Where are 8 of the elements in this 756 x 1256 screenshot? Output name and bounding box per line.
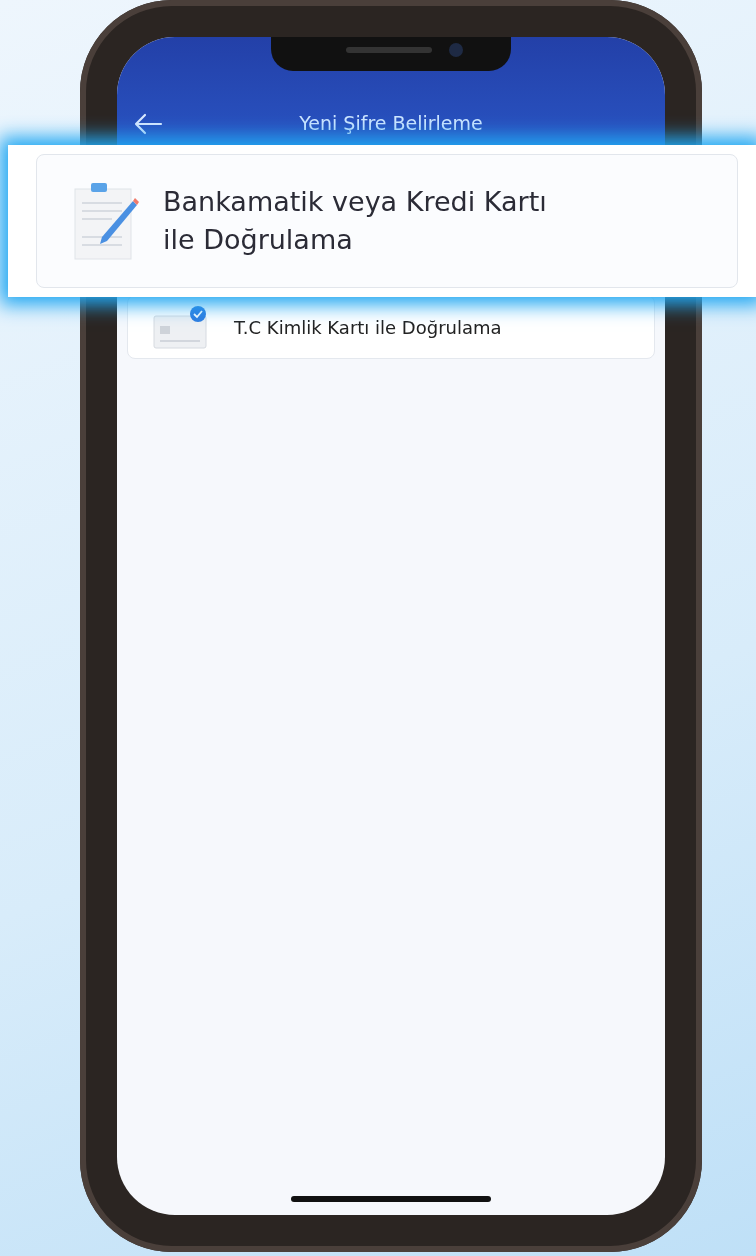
option-card[interactable]: Bankamatik veya Kredi Kartı ile Doğrulama bbox=[36, 154, 738, 288]
clipboard-pencil-icon bbox=[73, 181, 139, 261]
screen-title: Yeni Şifre Belirleme bbox=[298, 111, 484, 136]
id-card-icon bbox=[152, 304, 210, 350]
option-label: Bankamatik veya Kredi Kartı ile Doğrulama bbox=[163, 185, 548, 257]
back-icon[interactable] bbox=[133, 113, 163, 135]
option-label: T.C Kimlik Kartı ile Doğrulama bbox=[234, 315, 502, 340]
option-card[interactable]: T.C Kimlik Kartı ile Doğrulama bbox=[127, 295, 655, 359]
